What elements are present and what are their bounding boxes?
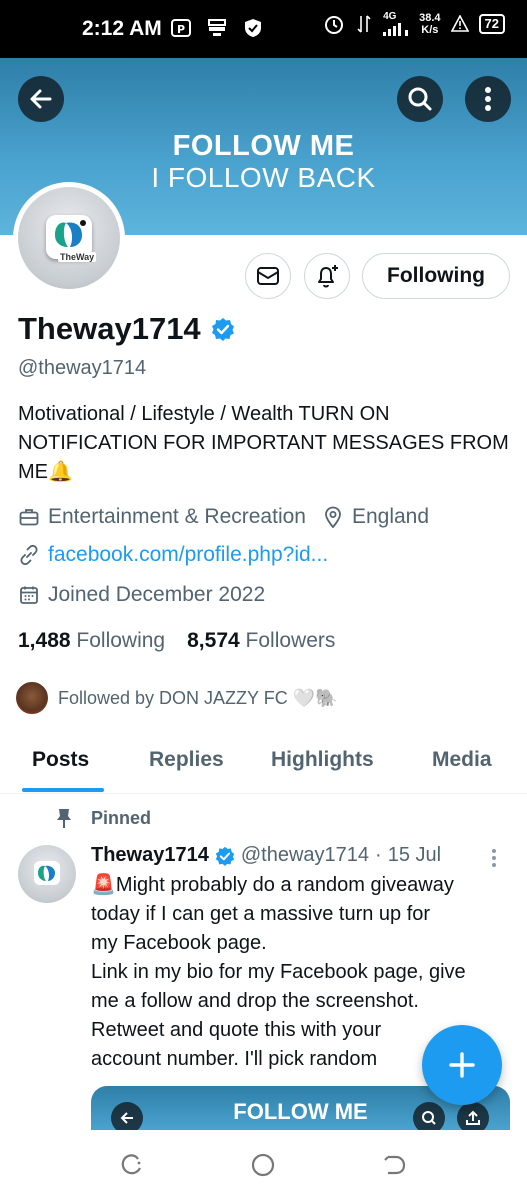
- tweet-more-button[interactable]: [490, 848, 498, 873]
- status-time: 2:12 AM: [82, 17, 162, 40]
- active-tab-indicator: [22, 788, 104, 792]
- tweet-author-avatar[interactable]: [18, 845, 76, 903]
- network-speed: 38.4 K/s: [419, 12, 441, 36]
- back-button[interactable]: [18, 76, 64, 122]
- profile-meta-row: Entertainment & Recreation England: [18, 505, 429, 529]
- pinned-label: Pinned: [91, 807, 152, 828]
- tweet-author-name[interactable]: Theway1714: [91, 844, 209, 867]
- followers-count-link[interactable]: 8,574 Followers: [187, 629, 335, 653]
- media-title: FOLLOW ME: [233, 1099, 368, 1124]
- search-icon: [408, 87, 432, 111]
- tab-replies[interactable]: Replies: [149, 748, 224, 772]
- mail-icon: [257, 267, 279, 285]
- tweet-separator: ·: [375, 844, 382, 866]
- calendar-icon: [18, 584, 40, 606]
- link-icon: [18, 544, 40, 566]
- profile-name: Theway1714: [18, 311, 201, 346]
- tweet-line: my Facebook page.: [91, 932, 267, 954]
- briefcase-icon: [18, 506, 40, 528]
- tweet-date: 15 Jul: [387, 844, 442, 866]
- profile-name-row: Theway1714: [18, 311, 235, 347]
- search-button[interactable]: [397, 76, 443, 122]
- profile-joined: Joined December 2022: [48, 583, 266, 606]
- notifications-button[interactable]: [304, 253, 350, 299]
- profile-website-row[interactable]: facebook.com/profile.php?id...: [18, 543, 328, 567]
- network-type: 4G: [383, 11, 397, 22]
- tweet-line: 🚨Might probably do a random giveaway: [91, 874, 454, 896]
- back-nav-button[interactable]: [382, 1152, 408, 1178]
- tab-posts[interactable]: Posts: [32, 748, 89, 772]
- more-vertical-icon: [492, 849, 496, 867]
- back-arrow-icon: [30, 89, 52, 109]
- back-nav-icon: [384, 1155, 406, 1175]
- tab-media[interactable]: Media: [432, 748, 492, 772]
- alarm-icon: [323, 13, 345, 35]
- tweet-author-handle: @theway1714: [240, 844, 370, 866]
- plus-icon: [449, 1052, 475, 1078]
- svg-text:P: P: [177, 23, 185, 36]
- tweet-line: Link in my bio for my Facebook page, giv…: [91, 961, 466, 983]
- more-vertical-icon: [485, 87, 491, 111]
- profile-location: England: [351, 505, 430, 528]
- status-system-icons: 4G 38.4 K/s 72: [323, 12, 505, 36]
- shield-check-icon: [242, 17, 264, 39]
- followed-by-row[interactable]: Followed by DON JAZZY FC 🤍🐘: [14, 680, 338, 716]
- warning-flask-icon: [449, 13, 471, 35]
- profile-bio: Motivational / Lifestyle / Wealth TURN O…: [18, 403, 509, 483]
- parking-app-icon: P: [170, 17, 192, 39]
- tweet-line: me a follow and drop the screenshot.: [91, 990, 419, 1012]
- server-icon: [206, 17, 228, 39]
- following-button[interactable]: Following: [362, 253, 510, 299]
- profile-avatar[interactable]: TheWay: [13, 182, 125, 294]
- recents-icon: [121, 1154, 141, 1175]
- profile-handle: @theway1714: [18, 357, 147, 379]
- media-share-icon: [457, 1102, 489, 1130]
- data-transfer-icon: [353, 13, 375, 35]
- battery-icon: 72: [478, 14, 505, 34]
- signal-icon: 4G: [383, 12, 411, 36]
- media-search-icon: [413, 1102, 445, 1130]
- tab-highlights[interactable]: Highlights: [271, 748, 374, 772]
- location-pin-icon: [322, 506, 344, 528]
- pinned-label-row: Pinned: [55, 807, 151, 829]
- profile-category: Entertainment & Recreation: [48, 505, 306, 528]
- verified-badge-icon: [215, 846, 235, 866]
- compose-button[interactable]: [422, 1025, 502, 1105]
- system-nav-bar: [0, 1130, 527, 1200]
- following-count-link[interactable]: 1,488 Following: [18, 629, 165, 653]
- profile-tabs: Posts Replies Highlights Media: [0, 730, 527, 794]
- home-circle-icon: [251, 1153, 275, 1177]
- bell-plus-icon: [318, 265, 338, 288]
- status-bar: 2:12 AM P 4G 38.4 K/s 72: [0, 0, 527, 58]
- banner-title: FOLLOW ME: [172, 130, 355, 162]
- profile-joined-row: Joined December 2022: [18, 583, 265, 607]
- verified-badge-icon[interactable]: [211, 317, 235, 341]
- tweet-header: Theway1714 @theway1714 · 15 Jul: [91, 844, 441, 867]
- followed-by-text: Followed by DON JAZZY FC 🤍🐘: [58, 687, 338, 708]
- more-options-button[interactable]: [465, 76, 511, 122]
- tweet-line: today if I can get a massive turn up for: [91, 903, 431, 925]
- status-notification-icons: P: [170, 17, 264, 39]
- logo-wordmark: TheWay: [58, 252, 97, 262]
- message-button[interactable]: [245, 253, 291, 299]
- pin-icon: [57, 809, 71, 828]
- profile-website-link[interactable]: facebook.com/profile.php?id...: [48, 543, 328, 567]
- home-button[interactable]: [250, 1152, 276, 1178]
- follower-avatar: [14, 680, 50, 716]
- follow-counts: 1,488 Following 8,574 Followers: [18, 629, 335, 653]
- recent-apps-button[interactable]: [118, 1152, 144, 1178]
